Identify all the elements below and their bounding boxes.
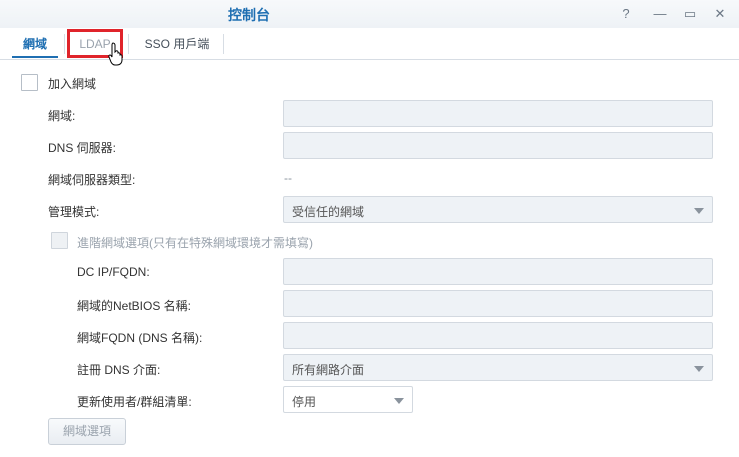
title-bar: 控制台 ? — ▭ ✕ — [0, 0, 739, 28]
fqdn-label: 網域FQDN (DNS 名稱): — [77, 331, 203, 345]
help-icon[interactable]: ? — [617, 5, 635, 23]
dns-server-input[interactable] — [283, 132, 713, 159]
domain-options-button[interactable]: 網域選項 — [48, 418, 126, 445]
domain-server-type-label: 網域伺服器類型: — [48, 173, 136, 187]
management-mode-value: 受信任的網域 — [292, 205, 365, 219]
join-domain-checkbox[interactable] — [21, 74, 38, 91]
join-domain-label: 加入網域 — [48, 77, 97, 91]
fqdn-input[interactable] — [283, 322, 713, 349]
window-title: 控制台 — [228, 7, 270, 23]
tab-separator — [223, 34, 224, 54]
advanced-options-label: 進階網域選項(只有在特殊網域環境才需填寫) — [77, 236, 313, 250]
tab-separator — [64, 34, 65, 54]
dns-server-label: DNS 伺服器: — [48, 141, 117, 155]
tab-sso-client[interactable]: SSO 用戶端 — [134, 30, 220, 58]
register-dns-select[interactable]: 所有網路介面 — [283, 354, 713, 381]
chevron-down-icon — [694, 208, 704, 214]
management-mode-label: 管理模式: — [48, 205, 100, 219]
tab-separator — [128, 34, 129, 54]
update-list-label: 更新使用者/群組清單: — [77, 395, 192, 409]
update-list-value: 停用 — [292, 395, 317, 409]
tab-domain[interactable]: 網域 — [12, 30, 58, 58]
close-icon[interactable]: ✕ — [711, 5, 729, 23]
management-mode-select[interactable]: 受信任的網域 — [283, 196, 713, 223]
dc-label: DC IP/FQDN: — [77, 265, 150, 279]
dc-input[interactable] — [283, 258, 713, 285]
maximize-icon[interactable]: ▭ — [681, 5, 699, 23]
update-list-select[interactable]: 停用 — [283, 386, 413, 413]
chevron-down-icon — [394, 398, 404, 404]
netbios-label: 網域的NetBIOS 名稱: — [77, 299, 192, 313]
register-dns-value: 所有網路介面 — [292, 363, 365, 377]
chevron-down-icon — [694, 366, 704, 372]
minimize-icon[interactable]: — — [651, 5, 669, 23]
netbios-input[interactable] — [283, 290, 713, 317]
domain-server-type-value: -- — [284, 171, 292, 185]
domain-input[interactable] — [283, 100, 713, 127]
advanced-options-checkbox[interactable] — [51, 232, 68, 249]
register-dns-label: 註冊 DNS 介面: — [77, 363, 161, 377]
hand-cursor-icon — [108, 42, 123, 66]
domain-label: 網域: — [48, 109, 76, 123]
